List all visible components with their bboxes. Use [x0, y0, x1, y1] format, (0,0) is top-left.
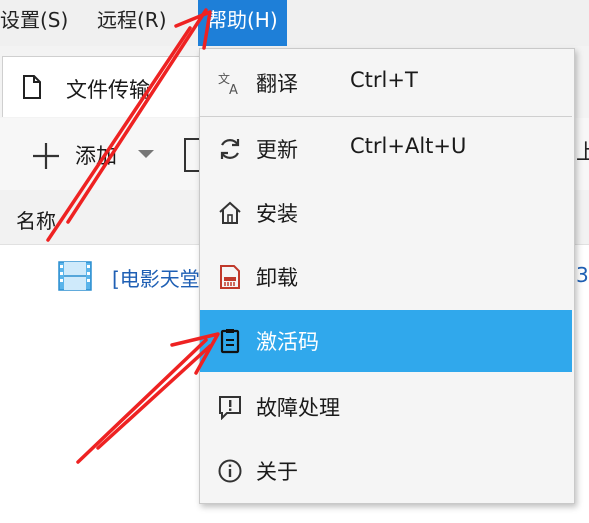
clipboard-icon	[220, 329, 240, 354]
menu-item-activation-code[interactable]: 激活码	[200, 310, 572, 372]
refresh-icon	[220, 139, 240, 159]
menu-item-label: 安装	[256, 202, 298, 226]
info-icon	[218, 459, 242, 483]
menu-bar	[0, 0, 589, 46]
menu-divider	[200, 116, 572, 117]
file-row-clipped[interactable]: 3D	[576, 263, 589, 287]
menu-item-label: 关于	[256, 460, 298, 484]
menu-item-label: 卸载	[256, 266, 298, 290]
menu-item-label: 激活码	[256, 330, 319, 354]
menu-item-about[interactable]: 关于	[200, 440, 572, 502]
menu-help[interactable]: 帮助(H)	[198, 0, 287, 46]
menu-item-uninstall[interactable]: 卸载	[200, 246, 572, 308]
menu-item-shortcut: Ctrl+T	[350, 68, 418, 92]
menu-item-label: 故障处理	[256, 396, 340, 420]
video-file-icon	[58, 261, 92, 291]
translate-icon: 文 A	[218, 71, 238, 96]
svg-text:A: A	[229, 83, 238, 96]
menu-item-install[interactable]: 安装	[200, 182, 572, 244]
menu-remote[interactable]: 远程(R)	[97, 0, 167, 46]
toolbar-clipped-label[interactable]: 上	[576, 136, 589, 166]
column-header-name[interactable]: 名称	[16, 205, 56, 234]
chevron-down-icon[interactable]	[137, 148, 155, 160]
menu-item-shortcut: Ctrl+Alt+U	[350, 134, 467, 158]
plus-icon[interactable]	[31, 141, 61, 171]
menu-settings[interactable]: 设置(S)	[0, 0, 68, 46]
document-icon	[23, 75, 41, 99]
uninstall-icon	[220, 265, 240, 289]
alert-bubble-icon	[219, 396, 241, 420]
menu-item-troubleshoot[interactable]: 故障处理	[200, 376, 572, 438]
home-icon	[219, 201, 241, 224]
toolbar-button-partial[interactable]	[184, 138, 200, 172]
file-row-name[interactable]: [电影天堂	[112, 263, 200, 292]
menu-item-update[interactable]: 更新 Ctrl+Alt+U	[200, 118, 572, 180]
tab-label: 文件传输	[66, 78, 150, 102]
add-button[interactable]: 添加	[75, 140, 117, 170]
menu-item-label: 更新	[256, 138, 298, 162]
menu-item-translate[interactable]: 文 A 翻译 Ctrl+T	[200, 52, 572, 114]
menu-item-label: 翻译	[256, 72, 298, 96]
